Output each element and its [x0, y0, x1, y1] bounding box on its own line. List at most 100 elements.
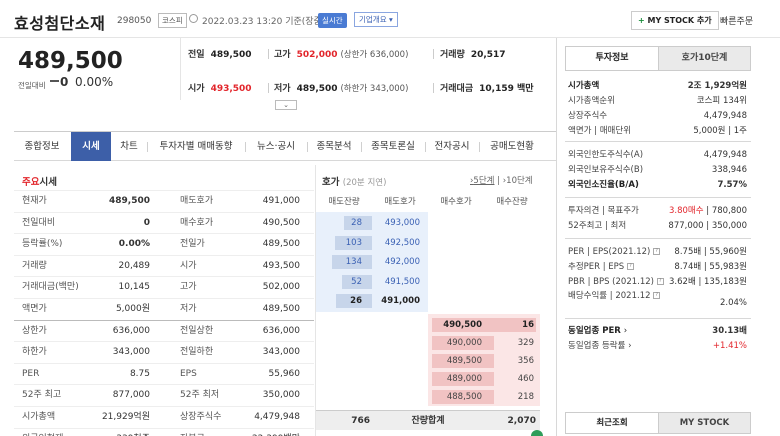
table-row: 등락률(%) 0.00% 전일가 489,500	[14, 233, 314, 254]
tab-disclosure[interactable]: 전자공시	[426, 132, 478, 161]
help-icon[interactable]: ?	[653, 292, 661, 299]
row-label: 52주 최저	[180, 390, 220, 401]
row-value: 22,399백만	[252, 429, 300, 436]
ask-row[interactable]: 26 491,000	[316, 292, 540, 310]
floating-action-icon[interactable]	[531, 430, 543, 436]
row-label: 상장주식수	[180, 412, 222, 422]
tab-recent[interactable]: 최근조회	[566, 413, 658, 433]
row-value: 490,500	[262, 217, 300, 228]
row-value: 343,000	[112, 347, 150, 358]
bid-row[interactable]: 490,000 329	[316, 334, 540, 352]
row-value: 343,000	[262, 347, 300, 358]
clock-icon	[189, 14, 198, 23]
quick-order-link[interactable]: 빠른주문	[720, 14, 753, 27]
bid-row[interactable]: 490,500 16	[316, 316, 540, 334]
table-row: 전일대비 0 매수호가 490,500	[14, 211, 314, 233]
stock-code: 298050	[117, 16, 152, 26]
table-row: 거래량 20,489 시가 493,500	[14, 254, 314, 276]
change-percent: 0.00%	[75, 75, 114, 89]
main-quotes-title: 주요시세	[22, 177, 57, 188]
day-high: 고가 502,000 (상한가 636,000)	[274, 50, 409, 60]
info-row: 시가총액순위 코스피 134위	[568, 96, 747, 106]
row-value: 339천주	[116, 429, 150, 436]
prev-close: 전일 489,500	[188, 50, 252, 60]
table-row: 거래대금(백만) 10,145 고가 502,000	[14, 276, 314, 297]
week52-row: 52주최고 | 최저 877,000 | 350,000	[568, 221, 747, 231]
depth-10-link[interactable]: ›10단계	[503, 176, 533, 186]
add-my-stock-button[interactable]: + MY STOCK 추가	[631, 11, 719, 30]
row-value: 8.75	[129, 368, 150, 379]
row-label: 전일가	[180, 239, 205, 250]
realtime-badge[interactable]: 실시간	[318, 13, 347, 28]
row-value: 636,000	[262, 325, 300, 336]
stock-header: 효성첨단소재 298050 코스피 2022.03.23 13:20 기준(장중…	[0, 0, 780, 38]
row-label: 매수호가	[180, 217, 214, 228]
row-label: 저가	[180, 304, 197, 314]
row-label: 액면가	[22, 304, 47, 314]
row-value: 493,500	[262, 260, 300, 271]
row-value: 489,500	[262, 304, 300, 314]
market-badge: 코스피	[158, 13, 187, 28]
row-label: 전일하한	[180, 347, 214, 358]
tab-quotes[interactable]: 시세	[71, 132, 111, 161]
help-icon[interactable]: ?	[626, 263, 634, 270]
row-value: 0	[143, 217, 150, 228]
orderbook-total: 766 잔량합계 2,070	[316, 410, 540, 430]
tab-invest-info[interactable]: 투자정보	[566, 47, 658, 70]
row-label: 시가총액	[22, 412, 56, 422]
depth-5-link[interactable]: ›5단계	[470, 176, 494, 186]
corp-overview-dropdown[interactable]: 기업개요 ▾	[354, 12, 398, 27]
stock-tab-bar: 종합정보 시세 차트 투자자별 매매동향 뉴스·공시 종목분석 종목토론실 전자…	[14, 131, 556, 161]
tab-overview[interactable]: 종합정보	[14, 132, 70, 161]
help-icon[interactable]: ?	[656, 278, 664, 285]
ask-row[interactable]: 134 492,000	[316, 253, 540, 271]
change-label: 전일대비	[18, 81, 46, 90]
tab-short-selling[interactable]: 공매도현황	[480, 132, 544, 161]
row-value: 10,145	[118, 282, 151, 293]
row-label: 자본금	[180, 429, 205, 436]
row-label: 52주 최고	[22, 390, 62, 401]
row-label: 전일상한	[180, 325, 214, 336]
row-value: 636,000	[112, 325, 150, 336]
ask-row[interactable]: 103 492,500	[316, 234, 540, 252]
sector-rate-row: 동일업종 등락률 › +1.41%	[568, 341, 747, 351]
row-label: 상한가	[22, 325, 47, 336]
tab-analysis[interactable]: 종목분석	[308, 132, 360, 161]
row-value: 21,929억원	[101, 412, 150, 422]
orderbook-header: 매도잔량 매도호가 매수호가 매수잔량	[328, 197, 528, 207]
info-row: 시가총액 2조 1,929억원	[568, 81, 747, 91]
tab-my-stock[interactable]: MY STOCK	[658, 413, 750, 433]
bottom-tab-bar: 최근조회 MY STOCK	[565, 412, 751, 434]
change-value: 0	[60, 75, 69, 89]
table-row: PER 8.75 EPS 55,960	[14, 362, 314, 384]
trade-amount: 거래대금 10,159 백만	[440, 84, 534, 94]
tab-hoga-10[interactable]: 호가10단계	[658, 47, 750, 70]
row-label: EPS	[180, 368, 197, 379]
row-label: 외국인현재	[22, 429, 63, 436]
ask-row[interactable]: 28 493,000	[316, 214, 540, 232]
opinion-row: 투자의견 | 목표주가 3.80매수 | 780,800	[568, 206, 747, 216]
row-value: 489,500	[262, 239, 300, 250]
row-label: 거래량	[22, 260, 47, 271]
table-row: 시가총액 21,929억원 상장주식수 4,479,948	[14, 406, 314, 427]
row-label: 시가	[180, 260, 197, 271]
quote-datetime: 2022.03.23 13:20 기준(장중)	[202, 17, 326, 27]
chevron-down-icon[interactable]: ⌄	[275, 100, 297, 110]
divider	[180, 38, 181, 100]
help-icon[interactable]: ?	[653, 248, 661, 255]
table-row: 하한가 343,000 전일하한 343,000	[14, 341, 314, 362]
orderbook-depth-links: ›5단계 | ›10단계	[470, 176, 533, 186]
tab-news[interactable]: 뉴스·공시	[246, 132, 306, 161]
tab-investor-trading[interactable]: 투자자별 매매동향	[148, 132, 244, 161]
row-label: 하한가	[22, 347, 47, 358]
pbr-row: PBR | BPS (2021.12) ? 3.62배 | 135,183원	[568, 277, 747, 287]
table-row: 액면가 5,000원 저가 489,500	[14, 298, 314, 319]
bid-row[interactable]: 488,500 218	[316, 388, 540, 406]
tab-discussion[interactable]: 종목토론실	[362, 132, 424, 161]
volume: 거래량 20,517	[440, 50, 506, 60]
tab-chart[interactable]: 차트	[112, 132, 146, 161]
bid-row[interactable]: 489,500 356	[316, 352, 540, 370]
ask-row[interactable]: 52 491,500	[316, 273, 540, 291]
row-value: 502,000	[262, 282, 300, 293]
bid-row[interactable]: 489,000 460	[316, 370, 540, 388]
